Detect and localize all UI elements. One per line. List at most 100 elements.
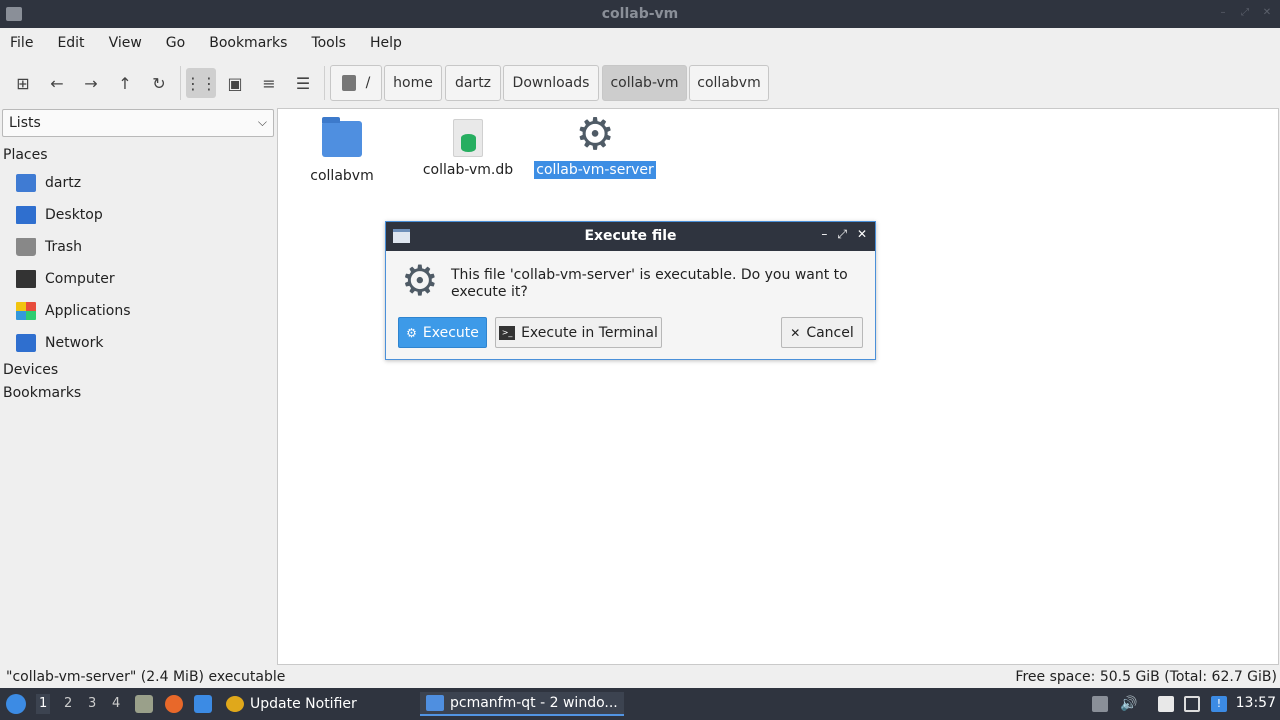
desktop-2[interactable]: 2 bbox=[64, 696, 72, 711]
select-value: Lists bbox=[9, 115, 41, 131]
close-icon[interactable]: ✕ bbox=[857, 227, 867, 242]
breadcrumb-root[interactable]: / bbox=[330, 65, 382, 101]
start-menu-icon[interactable] bbox=[6, 694, 26, 714]
file-name: collabvm bbox=[310, 168, 374, 184]
maximize-icon[interactable]: ⤢ bbox=[837, 227, 847, 242]
new-tab-icon[interactable]: ⊞ bbox=[8, 68, 38, 98]
sidebar-item-label: Computer bbox=[45, 271, 115, 287]
cancel-button[interactable]: ✕ Cancel bbox=[781, 317, 863, 348]
sidebar-item-label: Desktop bbox=[45, 207, 103, 223]
free-space-status: Free space: 50.5 GiB (Total: 62.7 GiB) bbox=[1015, 669, 1277, 685]
folder-icon bbox=[426, 695, 444, 711]
sidebar-item-trash[interactable]: Trash bbox=[16, 234, 82, 260]
breadcrumb-label: home bbox=[393, 75, 433, 91]
sidebar-item-label: Trash bbox=[45, 239, 82, 255]
detailed-list-view-icon[interactable]: ☰ bbox=[288, 68, 318, 98]
network-status-icon[interactable] bbox=[1184, 696, 1200, 712]
volume-icon[interactable]: 🔊 bbox=[1120, 696, 1137, 712]
execute-in-terminal-button[interactable]: >_ Execute in Terminal bbox=[495, 317, 662, 348]
sidebar-item-network[interactable]: Network bbox=[16, 330, 103, 356]
file-manager-launcher-icon[interactable] bbox=[135, 695, 153, 713]
firefox-icon[interactable] bbox=[165, 695, 183, 713]
maximize-icon[interactable]: ⤢ bbox=[1240, 8, 1250, 18]
menu-edit[interactable]: Edit bbox=[57, 35, 84, 51]
task-pcmanfm-qt[interactable]: pcmanfm-qt - 2 windo... bbox=[420, 692, 624, 716]
close-icon: ✕ bbox=[790, 325, 801, 340]
toolbar: ⊞ ← → ↑ ↻ ⋮⋮ ▣ ≡ ☰ / home dartz Download… bbox=[0, 60, 1280, 104]
breadcrumb-dartz[interactable]: dartz bbox=[445, 65, 501, 101]
dialog-message: This file 'collab-vm-server' is executab… bbox=[451, 267, 848, 300]
menu-help[interactable]: Help bbox=[370, 35, 402, 51]
breadcrumb-label: collab-vm bbox=[610, 75, 679, 91]
taskbar: 1 2 3 4 Update Notifier pcmanfm-qt - 2 w… bbox=[0, 688, 1280, 720]
sidebar-item-desktop[interactable]: Desktop bbox=[16, 202, 103, 228]
trash-icon bbox=[16, 238, 36, 256]
minimize-icon[interactable]: – bbox=[821, 227, 827, 242]
side-pane: Lists ⌵ Places dartz Desktop Trash Compu… bbox=[0, 106, 276, 666]
icon-view-icon[interactable]: ⋮⋮ bbox=[185, 68, 217, 98]
compact-view-icon[interactable]: ≡ bbox=[254, 68, 284, 98]
menu-bookmarks[interactable]: Bookmarks bbox=[209, 35, 287, 51]
chevron-down-icon: ⌵ bbox=[257, 115, 267, 129]
task-label: pcmanfm-qt - 2 windo... bbox=[450, 695, 618, 711]
close-icon[interactable]: ✕ bbox=[1262, 8, 1272, 18]
folder-icon bbox=[322, 117, 362, 157]
breadcrumb-home[interactable]: home bbox=[384, 65, 442, 101]
desktop-1[interactable]: 1 bbox=[36, 694, 51, 714]
file-item-collabvm[interactable]: collabvm bbox=[300, 117, 384, 185]
breadcrumb-collab-vm[interactable]: collab-vm bbox=[602, 65, 687, 101]
places-header[interactable]: Places bbox=[3, 147, 48, 163]
file-item-collab-vm-server[interactable]: ⚙ collab-vm-server bbox=[532, 109, 658, 179]
window-title: collab-vm bbox=[601, 6, 679, 22]
back-arrow-icon[interactable]: ← bbox=[42, 68, 72, 98]
menu-go[interactable]: Go bbox=[166, 35, 185, 51]
file-item-collab-vm-db[interactable]: collab-vm.db bbox=[418, 119, 518, 179]
menu-view[interactable]: View bbox=[109, 35, 142, 51]
thumbnail-view-icon[interactable]: ▣ bbox=[220, 68, 250, 98]
bookmarks-header[interactable]: Bookmarks bbox=[3, 385, 81, 401]
execute-file-dialog: Execute file – ⤢ ✕ ⚙ This file 'collab-v… bbox=[385, 221, 876, 360]
task-label: Update Notifier bbox=[250, 696, 357, 712]
task-update-notifier[interactable]: Update Notifier bbox=[226, 692, 357, 716]
forward-arrow-icon[interactable]: → bbox=[76, 68, 106, 98]
clock[interactable]: 13:57 bbox=[1236, 695, 1276, 711]
menu-file[interactable]: File bbox=[10, 35, 33, 51]
window-titlebar[interactable]: collab-vm – ⤢ ✕ bbox=[0, 0, 1280, 28]
eject-icon[interactable] bbox=[1092, 696, 1108, 712]
gear-executable-icon: ⚙ bbox=[575, 109, 615, 160]
dialog-title: Execute file bbox=[584, 228, 677, 244]
side-pane-mode-select[interactable]: Lists ⌵ bbox=[2, 109, 274, 137]
update-notifier-icon bbox=[226, 696, 244, 712]
desktop-3[interactable]: 3 bbox=[88, 696, 96, 711]
desktop-4[interactable]: 4 bbox=[112, 696, 120, 711]
terminal-icon: >_ bbox=[499, 325, 516, 340]
database-file-icon bbox=[453, 119, 483, 157]
breadcrumb-label: Downloads bbox=[512, 75, 590, 91]
run-icon: ⚙ bbox=[406, 325, 417, 340]
desktop-icon bbox=[16, 206, 36, 224]
show-desktop-icon[interactable] bbox=[194, 695, 212, 713]
file-view[interactable]: collabvm collab-vm.db ⚙ collab-vm-server bbox=[277, 108, 1279, 665]
sidebar-item-dartz[interactable]: dartz bbox=[16, 170, 81, 196]
sidebar-item-label: Network bbox=[45, 335, 104, 351]
breadcrumb-collabvm[interactable]: collabvm bbox=[689, 65, 769, 101]
applications-icon bbox=[16, 302, 36, 320]
up-arrow-icon[interactable]: ↑ bbox=[110, 68, 140, 98]
reload-icon[interactable]: ↻ bbox=[144, 68, 174, 98]
devices-header[interactable]: Devices bbox=[3, 362, 58, 378]
sidebar-item-applications[interactable]: Applications bbox=[16, 298, 131, 324]
minimize-icon[interactable]: – bbox=[1218, 8, 1228, 18]
file-name: collab-vm.db bbox=[422, 162, 514, 178]
menu-tools[interactable]: Tools bbox=[311, 35, 346, 51]
sidebar-item-label: dartz bbox=[45, 175, 82, 191]
sidebar-item-label: Applications bbox=[45, 303, 131, 319]
dialog-titlebar[interactable]: Execute file – ⤢ ✕ bbox=[386, 222, 875, 251]
breadcrumb-downloads[interactable]: Downloads bbox=[503, 65, 599, 101]
notification-icon[interactable]: ! bbox=[1211, 696, 1227, 712]
drive-icon bbox=[341, 75, 356, 91]
selection-status: "collab-vm-server" (2.4 MiB) executable bbox=[6, 669, 286, 685]
clipboard-icon[interactable] bbox=[1158, 696, 1174, 712]
button-label: Execute bbox=[422, 324, 479, 341]
sidebar-item-computer[interactable]: Computer bbox=[16, 266, 115, 292]
execute-button[interactable]: ⚙ Execute bbox=[398, 317, 487, 348]
